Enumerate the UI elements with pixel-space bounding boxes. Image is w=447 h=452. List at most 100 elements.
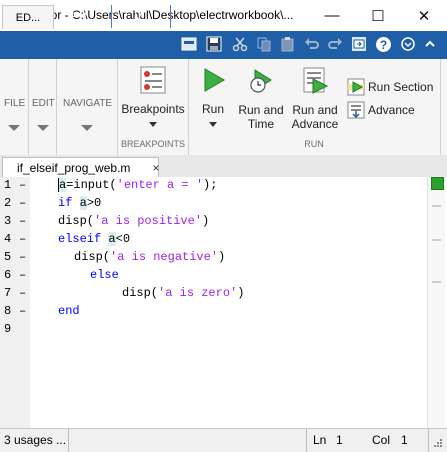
layout-icon[interactable] bbox=[181, 36, 197, 52]
code-line[interactable]: disp('a is negative') bbox=[74, 250, 225, 264]
keyword-token: end bbox=[58, 304, 80, 318]
executable-line-marker[interactable]: – bbox=[19, 232, 26, 246]
keyword-token: if bbox=[58, 196, 80, 210]
line-number: 8 bbox=[4, 304, 12, 318]
resize-grip-icon[interactable] bbox=[433, 438, 443, 448]
code-analyzer-bar bbox=[427, 177, 445, 428]
status-bar: 3 usages ... Ln 1 Col 1 bbox=[0, 428, 447, 452]
code-token: disp( bbox=[122, 286, 159, 300]
string-token: 'enter a = ' bbox=[116, 178, 204, 192]
run-icon bbox=[204, 68, 225, 92]
advance-button[interactable]: Advance bbox=[344, 100, 434, 120]
run-button[interactable]: Run bbox=[193, 59, 233, 137]
line-label: Ln bbox=[313, 433, 327, 447]
copy-icon[interactable] bbox=[256, 36, 272, 52]
line-number: 2 bbox=[4, 196, 12, 210]
document-tab[interactable]: if_elseif_prog_web.m × bbox=[2, 157, 159, 178]
status-divider bbox=[68, 429, 69, 452]
navigate-section[interactable]: NAVIGATE bbox=[57, 59, 117, 155]
code-token: ) bbox=[237, 286, 245, 300]
code-line[interactable]: else bbox=[90, 268, 119, 282]
cut-icon[interactable] bbox=[232, 36, 248, 52]
tab-publish[interactable]: PU... bbox=[56, 5, 112, 28]
run-dropdown-icon bbox=[209, 122, 217, 127]
run-and-time-label-line2: Time bbox=[247, 117, 275, 131]
status-divider bbox=[306, 429, 307, 452]
advance-label: Advance bbox=[368, 103, 415, 117]
line-value: 1 bbox=[336, 433, 343, 447]
edit-section[interactable]: EDIT bbox=[29, 59, 56, 155]
minimize-button[interactable]: — bbox=[309, 0, 355, 31]
run-section-button[interactable]: Run Section bbox=[344, 77, 434, 97]
executable-line-marker[interactable]: – bbox=[19, 268, 26, 282]
breakpoints-dropdown-icon bbox=[149, 122, 157, 127]
switch-windows-icon[interactable] bbox=[351, 36, 367, 52]
file-dropdown-icon bbox=[8, 125, 20, 131]
minimize-toolstrip-icon[interactable] bbox=[424, 38, 436, 50]
executable-line-marker[interactable]: – bbox=[19, 178, 26, 192]
tab-view[interactable]: V... bbox=[115, 5, 171, 28]
line-number: 4 bbox=[4, 232, 12, 246]
code-token: >0 bbox=[86, 196, 102, 210]
code-line[interactable]: end bbox=[58, 304, 80, 318]
column-label: Col bbox=[372, 433, 391, 447]
edit-label: EDIT bbox=[32, 98, 55, 109]
line-number: 9 bbox=[4, 322, 12, 336]
run-and-time-button[interactable]: Run and Time bbox=[236, 59, 286, 137]
code-token: ) bbox=[202, 214, 210, 228]
line-number: 5 bbox=[4, 250, 12, 264]
executable-line-marker[interactable]: – bbox=[19, 196, 26, 210]
document-tab-close-icon[interactable]: × bbox=[152, 161, 159, 175]
close-button[interactable]: ✕ bbox=[401, 0, 447, 31]
code-line[interactable]: a=input('enter a = '); bbox=[58, 178, 217, 192]
breakpoints-button[interactable]: Breakpoints bbox=[118, 59, 188, 137]
code-token: =input( bbox=[66, 178, 117, 192]
executable-line-marker[interactable]: – bbox=[19, 304, 26, 318]
navigate-label: NAVIGATE bbox=[63, 98, 113, 109]
code-lines[interactable]: 1– a=input('enter a = '); 2– if a>0 3– disp('… bbox=[0, 177, 427, 428]
run-and-advance-button[interactable]: Run and Advance bbox=[289, 59, 341, 137]
status-divider bbox=[428, 429, 429, 452]
executable-line-marker[interactable]: – bbox=[19, 286, 26, 300]
save-icon[interactable] bbox=[206, 36, 222, 52]
code-editor[interactable]: 1– a=input('enter a = '); 2– if a>0 3– disp('… bbox=[0, 177, 447, 428]
file-section[interactable]: FILE bbox=[0, 59, 28, 155]
code-token: ) bbox=[218, 250, 226, 264]
code-line[interactable]: disp('a is zero') bbox=[122, 286, 244, 300]
run-and-advance-label-line1: Run and bbox=[292, 103, 338, 117]
toolstrip-menu-icon[interactable] bbox=[401, 37, 415, 51]
run-and-time-icon bbox=[250, 69, 272, 93]
group-separator bbox=[440, 59, 441, 155]
tab-editor[interactable]: ED... bbox=[2, 5, 54, 29]
document-tab-filename: if_elseif_prog_web.m bbox=[17, 161, 131, 175]
code-line[interactable]: disp('a is positive') bbox=[58, 214, 209, 228]
navigate-dropdown-icon bbox=[81, 125, 93, 131]
highlighted-variable-token: a bbox=[58, 178, 67, 192]
executable-line-marker[interactable]: – bbox=[19, 250, 26, 264]
string-token: 'a is zero' bbox=[158, 286, 238, 300]
code-token: disp( bbox=[58, 214, 95, 228]
code-analyzer-status-icon[interactable] bbox=[431, 177, 444, 190]
line-number: 7 bbox=[4, 286, 12, 300]
run-and-advance-icon bbox=[303, 67, 329, 94]
redo-icon[interactable] bbox=[327, 36, 343, 52]
string-token: 'a is positive' bbox=[94, 214, 203, 228]
keyword-token: elseif bbox=[58, 232, 109, 246]
help-icon[interactable]: ? bbox=[375, 36, 392, 53]
highlighted-variable-token: a bbox=[79, 196, 87, 210]
breakpoints-group-title: BREAKPOINTS bbox=[120, 139, 185, 149]
paste-icon[interactable] bbox=[280, 36, 296, 52]
file-label: FILE bbox=[4, 98, 26, 109]
column-value: 1 bbox=[401, 433, 408, 447]
code-line[interactable]: elseif a<0 bbox=[58, 232, 130, 246]
code-line[interactable]: if a>0 bbox=[58, 196, 101, 210]
highlighted-variable-token: a bbox=[108, 232, 116, 246]
toolstrip-ribbon: FILE EDIT NAVIGATE Breakpoints BREAKPOIN… bbox=[0, 59, 447, 156]
document-tab-strip: if_elseif_prog_web.m × bbox=[0, 155, 447, 178]
undo-icon[interactable] bbox=[304, 36, 320, 52]
maximize-button[interactable]: ☐ bbox=[355, 0, 401, 31]
executable-line-marker[interactable]: – bbox=[19, 214, 26, 228]
analyzer-marker bbox=[432, 281, 441, 283]
analyzer-marker bbox=[432, 239, 441, 241]
breakpoints-icon bbox=[140, 66, 166, 94]
